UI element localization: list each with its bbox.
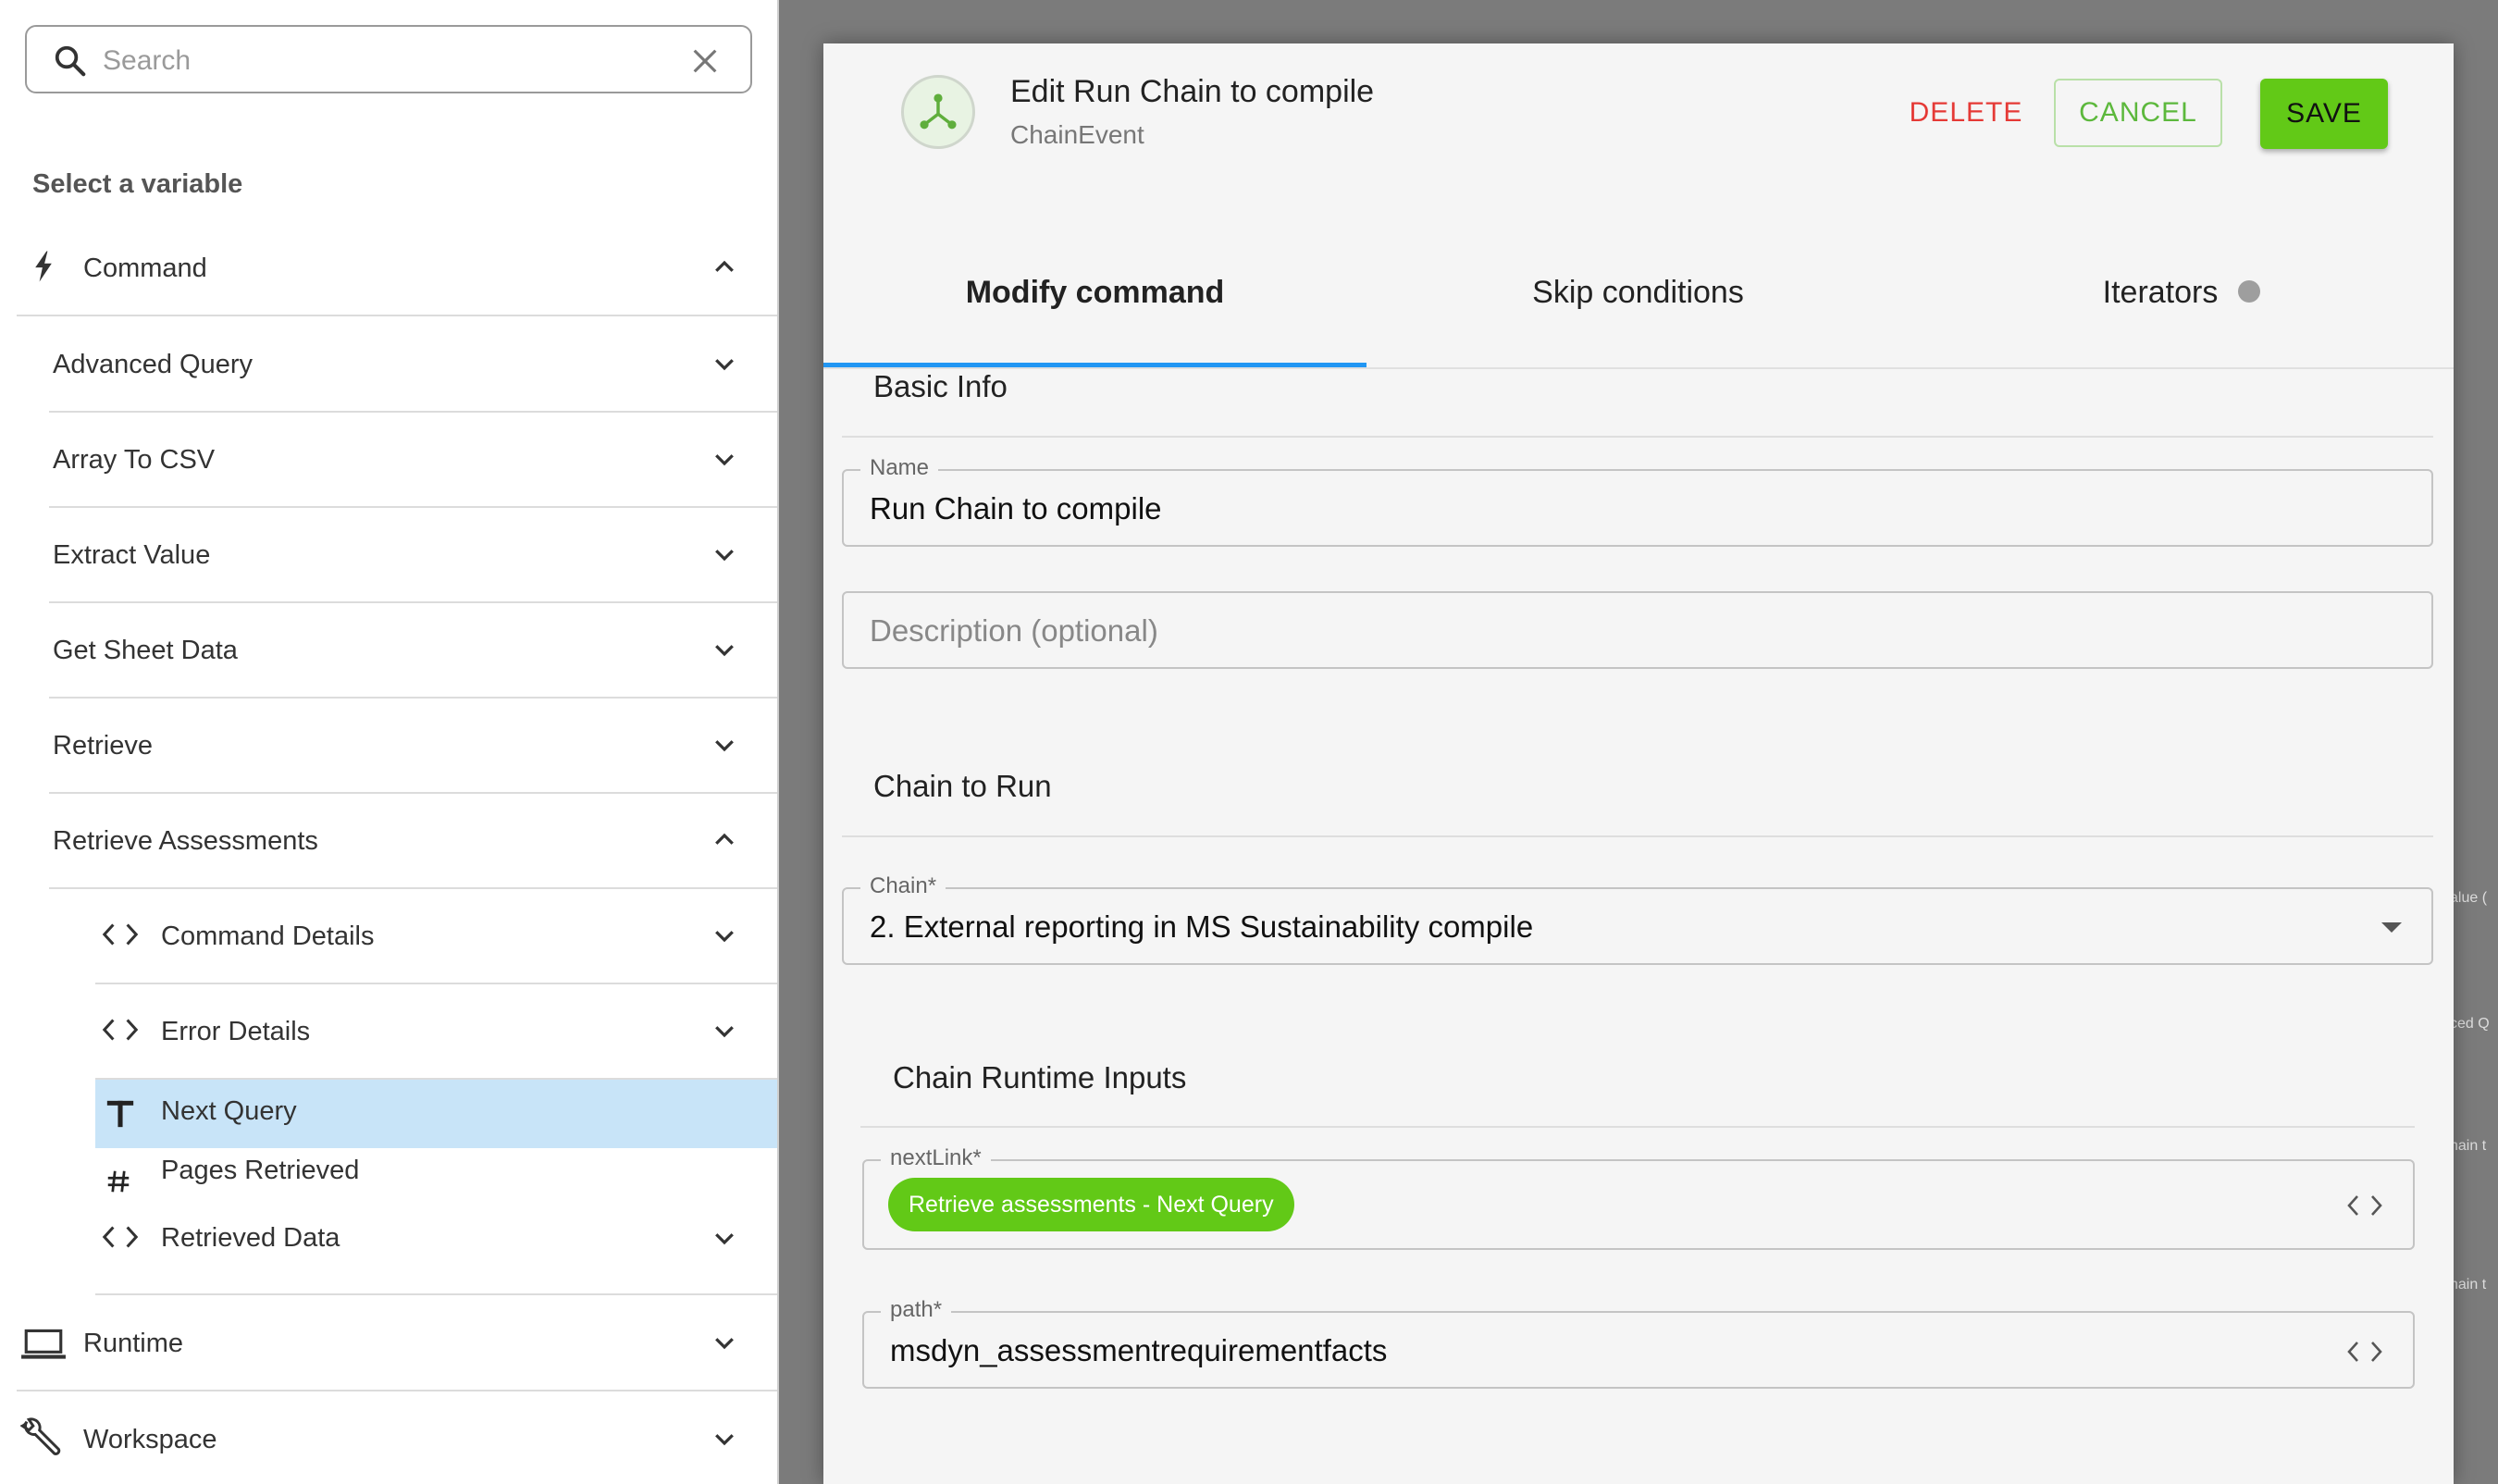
tree-group-advanced-query[interactable]: Advanced Query bbox=[49, 318, 777, 413]
tab-skip-conditions[interactable]: Skip conditions bbox=[1366, 210, 1910, 367]
tree-group-runtime[interactable]: Runtime bbox=[17, 1297, 777, 1391]
text-type-icon bbox=[106, 1100, 134, 1128]
search-input[interactable]: Search bbox=[103, 43, 191, 79]
chevron-down-icon bbox=[715, 931, 734, 943]
tree-group-label: Retrieve Assessments bbox=[53, 826, 318, 856]
chevron-down-icon bbox=[715, 1026, 734, 1038]
name-field[interactable]: Name Run Chain to compile bbox=[842, 455, 2433, 547]
tree-item-pages-retrieved[interactable]: Pages Retrieved bbox=[95, 1150, 777, 1206]
description-field[interactable]: Description (optional) bbox=[842, 591, 2433, 669]
tree-item-label: Next Query bbox=[161, 1096, 297, 1126]
save-button[interactable]: SAVE bbox=[2260, 79, 2388, 149]
chevron-down-icon bbox=[715, 454, 734, 466]
divider bbox=[842, 436, 2433, 438]
tree-item-error-details[interactable]: Error Details bbox=[95, 985, 777, 1080]
variable-picker-panel: Search Select a variable Command Advance… bbox=[0, 0, 779, 1484]
section-title-chain-to-run: Chain to Run bbox=[873, 769, 1052, 803]
close-icon[interactable] bbox=[689, 45, 721, 77]
field-label: nextLink* bbox=[881, 1145, 991, 1171]
dialog-subtitle: ChainEvent bbox=[1010, 120, 1144, 149]
tree-item-label: Retrieved Data bbox=[161, 1223, 340, 1253]
variable-chip[interactable]: Retrieve assessments - Next Query bbox=[888, 1178, 1294, 1231]
chain-event-icon bbox=[901, 75, 975, 149]
tree-group-label: Workspace bbox=[83, 1425, 217, 1454]
tree-group-get-sheet-data[interactable]: Get Sheet Data bbox=[49, 604, 777, 699]
chevron-down-icon bbox=[715, 359, 734, 371]
description-input[interactable]: Description (optional) bbox=[870, 613, 1158, 649]
delete-button[interactable]: DELETE bbox=[1897, 80, 2035, 145]
edit-command-dialog: Edit Run Chain to compile ChainEvent DEL… bbox=[823, 43, 2454, 1484]
divider bbox=[860, 1126, 2415, 1128]
chevron-down-icon bbox=[715, 740, 734, 752]
code-icon[interactable] bbox=[2344, 1193, 2385, 1218]
status-dot bbox=[2238, 280, 2261, 303]
number-type-icon bbox=[107, 1170, 130, 1193]
tree-item-label: Command Details bbox=[161, 921, 375, 951]
tab-modify-command[interactable]: Modify command bbox=[823, 210, 1366, 367]
name-input[interactable]: Run Chain to compile bbox=[870, 491, 1162, 526]
background-text: ced Q bbox=[2450, 1016, 2490, 1032]
chevron-down-icon bbox=[715, 1434, 734, 1446]
tab-bar: Modify command Skip conditions Iterators bbox=[823, 210, 2454, 369]
code-icon bbox=[102, 1019, 139, 1041]
tree-group-retrieve[interactable]: Retrieve bbox=[49, 699, 777, 794]
path-input[interactable]: msdyn_assessmentrequirementfacts bbox=[890, 1333, 1387, 1368]
tree-item-label: Pages Retrieved bbox=[161, 1156, 360, 1185]
tree-group-extract-value[interactable]: Extract Value bbox=[49, 509, 777, 603]
background-text: hain t bbox=[2450, 1138, 2487, 1154]
bolt-icon bbox=[35, 251, 52, 282]
chain-select-value: 2. External reporting in MS Sustainabili… bbox=[870, 909, 1534, 944]
section-title-runtime-inputs: Chain Runtime Inputs bbox=[893, 1060, 1187, 1094]
dialog-title: Edit Run Chain to compile bbox=[1010, 74, 1375, 109]
tree-item-label: Error Details bbox=[161, 1017, 311, 1046]
tab-label: Modify command bbox=[965, 275, 1225, 310]
chevron-up-icon bbox=[715, 833, 734, 845]
chevron-down-icon bbox=[715, 645, 734, 657]
cancel-button[interactable]: CANCEL bbox=[2054, 79, 2222, 147]
tree-group-command[interactable]: Command bbox=[17, 222, 777, 316]
chevron-down-icon bbox=[715, 1233, 734, 1245]
section-title-basic-info: Basic Info bbox=[873, 369, 1008, 403]
search-box[interactable]: Search bbox=[25, 25, 752, 93]
path-field[interactable]: path* msdyn_assessmentrequirementfacts bbox=[862, 1297, 2415, 1389]
tree-group-retrieve-assessments[interactable]: Retrieve Assessments bbox=[49, 795, 777, 889]
background-text: hain t bbox=[2450, 1277, 2487, 1292]
nextlink-field[interactable]: nextLink* Retrieve assessments - Next Qu… bbox=[862, 1145, 2415, 1250]
wrench-icon bbox=[20, 1417, 61, 1455]
tab-iterators[interactable]: Iterators bbox=[1910, 210, 2454, 367]
chevron-down-icon bbox=[715, 1338, 734, 1350]
search-icon bbox=[55, 45, 86, 77]
tree-group-label: Command bbox=[83, 254, 207, 283]
tree-group-label: Retrieve bbox=[53, 731, 153, 761]
code-icon bbox=[102, 923, 139, 946]
select-variable-heading: Select a variable bbox=[32, 169, 243, 199]
field-label: Chain* bbox=[860, 873, 946, 899]
field-label: Name bbox=[860, 455, 939, 481]
active-tab-indicator bbox=[823, 363, 1366, 367]
tree-group-label: Get Sheet Data bbox=[53, 636, 238, 665]
divider bbox=[842, 835, 2433, 837]
tab-label: Iterators bbox=[2102, 275, 2219, 310]
tab-label: Skip conditions bbox=[1532, 275, 1744, 310]
chevron-down-icon bbox=[715, 550, 734, 562]
tree-item-command-details[interactable]: Command Details bbox=[95, 890, 777, 984]
tree-item-retrieved-data[interactable]: Retrieved Data bbox=[95, 1206, 777, 1295]
code-icon bbox=[102, 1226, 139, 1248]
tree-item-next-query[interactable]: Next Query bbox=[95, 1080, 777, 1148]
tree-group-label: Array To CSV bbox=[53, 445, 216, 475]
code-icon[interactable] bbox=[2344, 1339, 2385, 1365]
chain-select[interactable]: Chain* 2. External reporting in MS Susta… bbox=[842, 873, 2433, 965]
tree-group-array-to-csv[interactable]: Array To CSV bbox=[49, 414, 777, 508]
field-label: path* bbox=[881, 1297, 952, 1323]
tree-group-label: Advanced Query bbox=[53, 350, 254, 379]
tree-group-label: Extract Value bbox=[53, 540, 211, 570]
chevron-up-icon bbox=[715, 260, 734, 272]
tree-group-label: Runtime bbox=[83, 1329, 183, 1358]
dropdown-arrow-icon[interactable] bbox=[2381, 922, 2402, 933]
background-text: alue ( bbox=[2450, 890, 2488, 906]
laptop-icon bbox=[21, 1329, 66, 1359]
tree-group-workspace[interactable]: Workspace bbox=[17, 1393, 777, 1484]
